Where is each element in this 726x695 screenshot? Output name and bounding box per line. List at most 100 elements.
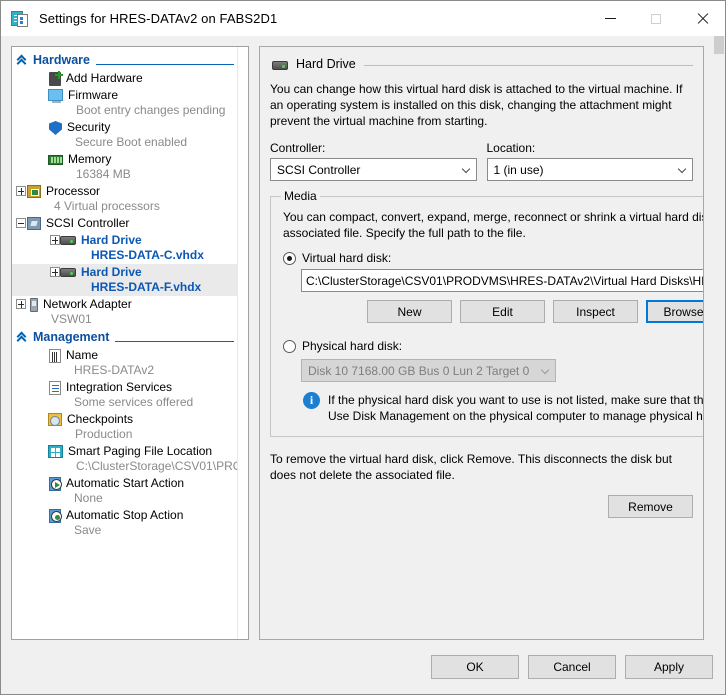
window-title: Settings for HRES-DATAv2 on FABS2D1 xyxy=(39,11,277,26)
edit-button[interactable]: Edit xyxy=(460,300,545,323)
window-scrollbar[interactable] xyxy=(714,36,724,284)
controller-select[interactable]: SCSI Controller xyxy=(270,158,477,181)
collapse-icon[interactable] xyxy=(16,218,26,228)
virtual-hard-disk-path-input[interactable]: C:\ClusterStorage\CSV01\PRODVMS\HRES-DAT… xyxy=(301,269,704,292)
cancel-button[interactable]: Cancel xyxy=(528,655,616,679)
tree-item-labels: Hard DriveHRES-DATA-F.vhdx xyxy=(81,265,201,295)
expand-icon[interactable] xyxy=(50,267,60,277)
tree-item-labels: NameHRES-DATAv2 xyxy=(66,348,154,378)
tree-item-label: Checkpoints xyxy=(67,412,133,427)
section-header-management[interactable]: Management xyxy=(12,328,237,346)
section-header-hardware[interactable]: Hardware xyxy=(12,51,237,69)
tree-scrollbar[interactable] xyxy=(237,47,248,639)
expander-spacer xyxy=(34,414,47,427)
processor-icon xyxy=(27,185,41,198)
tree-item-smart-paging-file-location[interactable]: Smart Paging File LocationC:\ClusterStor… xyxy=(12,443,237,475)
tree-item-processor[interactable]: Processor4 Virtual processors xyxy=(12,183,237,215)
tree-item-sublabel: HRES-DATA-F.vhdx xyxy=(91,280,201,295)
tree-item-memory[interactable]: Memory16384 MB xyxy=(12,151,237,183)
tree-item-hard-drive[interactable]: Hard DriveHRES-DATA-F.vhdx xyxy=(12,264,237,296)
tree-item-label: Firmware xyxy=(68,88,225,103)
tree-item-labels: Processor4 Virtual processors xyxy=(46,184,160,214)
panel-title: Hard Drive xyxy=(296,57,356,71)
settings-tree[interactable]: Hardware Add HardwareFirmwareBoot entry c… xyxy=(12,47,237,639)
media-description: You can compact, convert, expand, merge,… xyxy=(283,209,704,241)
panel-header: Hard Drive xyxy=(270,57,693,71)
tree-item-sublabel: 16384 MB xyxy=(76,167,131,182)
location-select[interactable]: 1 (in use) xyxy=(487,158,694,181)
tree-item-labels: Smart Paging File LocationC:\ClusterStor… xyxy=(68,444,237,474)
expand-icon[interactable] xyxy=(16,299,26,309)
physical-disk-select: Disk 10 7168.00 GB Bus 0 Lun 2 Target 0 xyxy=(301,359,556,382)
tree-item-labels: Network AdapterVSW01 xyxy=(43,297,132,327)
tree-item-label: Security xyxy=(67,120,187,135)
expander-spacer xyxy=(34,73,47,86)
section-title: Management xyxy=(33,330,109,344)
expander-spacer xyxy=(34,154,47,167)
tree-item-label: Automatic Stop Action xyxy=(66,508,183,523)
ok-button[interactable]: OK xyxy=(431,655,519,679)
dialog-footer: OK Cancel Apply xyxy=(1,640,725,694)
tree-item-labels: Memory16384 MB xyxy=(68,152,131,182)
tree-item-firmware[interactable]: FirmwareBoot entry changes pending xyxy=(12,87,237,119)
media-action-buttons: New Edit Inspect Browse... xyxy=(367,300,704,323)
auto-stop-icon xyxy=(49,509,61,523)
remove-button[interactable]: Remove xyxy=(608,495,693,518)
location-field: Location: 1 (in use) xyxy=(487,141,694,181)
tree-item-sublabel: VSW01 xyxy=(51,312,132,327)
scsi-controller-icon xyxy=(27,217,41,230)
tree-item-automatic-stop-action[interactable]: Automatic Stop ActionSave xyxy=(12,507,237,539)
tree-item-labels: Integration ServicesSome services offere… xyxy=(66,380,193,410)
physical-disk-info: i If the physical hard disk you want to … xyxy=(303,392,704,424)
tree-item-name[interactable]: NameHRES-DATAv2 xyxy=(12,347,237,379)
tree-item-label: Name xyxy=(66,348,154,363)
minimize-button[interactable] xyxy=(587,1,633,36)
apply-button[interactable]: Apply xyxy=(625,655,713,679)
tree-item-scsi-controller[interactable]: SCSI Controller xyxy=(12,215,237,232)
chevron-up-icon xyxy=(16,54,30,67)
tree-item-label: Add Hardware xyxy=(66,71,143,86)
expander-spacer xyxy=(34,446,47,459)
expand-icon[interactable] xyxy=(50,235,60,245)
chevron-down-icon xyxy=(679,165,688,174)
media-group: Media You can compact, convert, expand, … xyxy=(270,189,704,437)
section-divider xyxy=(96,64,234,65)
controller-location-row: Controller: SCSI Controller Location: 1 … xyxy=(270,141,693,181)
tree-item-add-hardware[interactable]: Add Hardware xyxy=(12,70,237,87)
close-button[interactable] xyxy=(679,1,725,36)
tree-item-checkpoints[interactable]: CheckpointsProduction xyxy=(12,411,237,443)
tree-item-integration-services[interactable]: Integration ServicesSome services offere… xyxy=(12,379,237,411)
hard-drive-settings-panel: Hard Drive You can change how this virtu… xyxy=(259,46,704,640)
header-divider xyxy=(364,65,693,66)
hard-drive-icon xyxy=(60,268,76,277)
settings-detail-pane: Hard Drive You can change how this virtu… xyxy=(259,46,715,640)
virtual-hard-disk-radio-row[interactable]: Virtual hard disk: xyxy=(283,251,704,265)
tree-item-labels: Hard DriveHRES-DATA-C.vhdx xyxy=(81,233,204,263)
physical-hard-disk-radio[interactable] xyxy=(283,340,296,353)
minimize-icon xyxy=(605,18,616,19)
tree-item-automatic-start-action[interactable]: Automatic Start ActionNone xyxy=(12,475,237,507)
tree-item-security[interactable]: SecuritySecure Boot enabled xyxy=(12,119,237,151)
virtual-hard-disk-path-value: C:\ClusterStorage\CSV01\PRODVMS\HRES-DAT… xyxy=(306,274,704,288)
physical-hard-disk-radio-row[interactable]: Physical hard disk: xyxy=(283,339,704,353)
window-controls xyxy=(587,1,725,36)
physical-disk-value: Disk 10 7168.00 GB Bus 0 Lun 2 Target 0 xyxy=(308,364,542,378)
tree-item-labels: SCSI Controller xyxy=(46,216,129,231)
expander-spacer xyxy=(34,478,47,491)
new-button[interactable]: New xyxy=(367,300,452,323)
tree-item-label: Automatic Start Action xyxy=(66,476,184,491)
tree-item-label: Smart Paging File Location xyxy=(68,444,237,459)
tree-item-sublabel: None xyxy=(74,491,184,506)
browse-button[interactable]: Browse... xyxy=(646,300,704,323)
tree-item-label: Hard Drive xyxy=(81,233,204,248)
inspect-button[interactable]: Inspect xyxy=(553,300,638,323)
maximize-button[interactable] xyxy=(633,1,679,36)
virtual-hard-disk-radio[interactable] xyxy=(283,252,296,265)
window-scrollbar-thumb[interactable] xyxy=(714,36,724,54)
tree-item-hard-drive[interactable]: Hard DriveHRES-DATA-C.vhdx xyxy=(12,232,237,264)
hard-drive-icon xyxy=(272,61,288,70)
maximize-icon xyxy=(651,14,661,24)
expand-icon[interactable] xyxy=(16,186,26,196)
tree-item-network-adapter[interactable]: Network AdapterVSW01 xyxy=(12,296,237,328)
memory-icon xyxy=(48,155,63,165)
